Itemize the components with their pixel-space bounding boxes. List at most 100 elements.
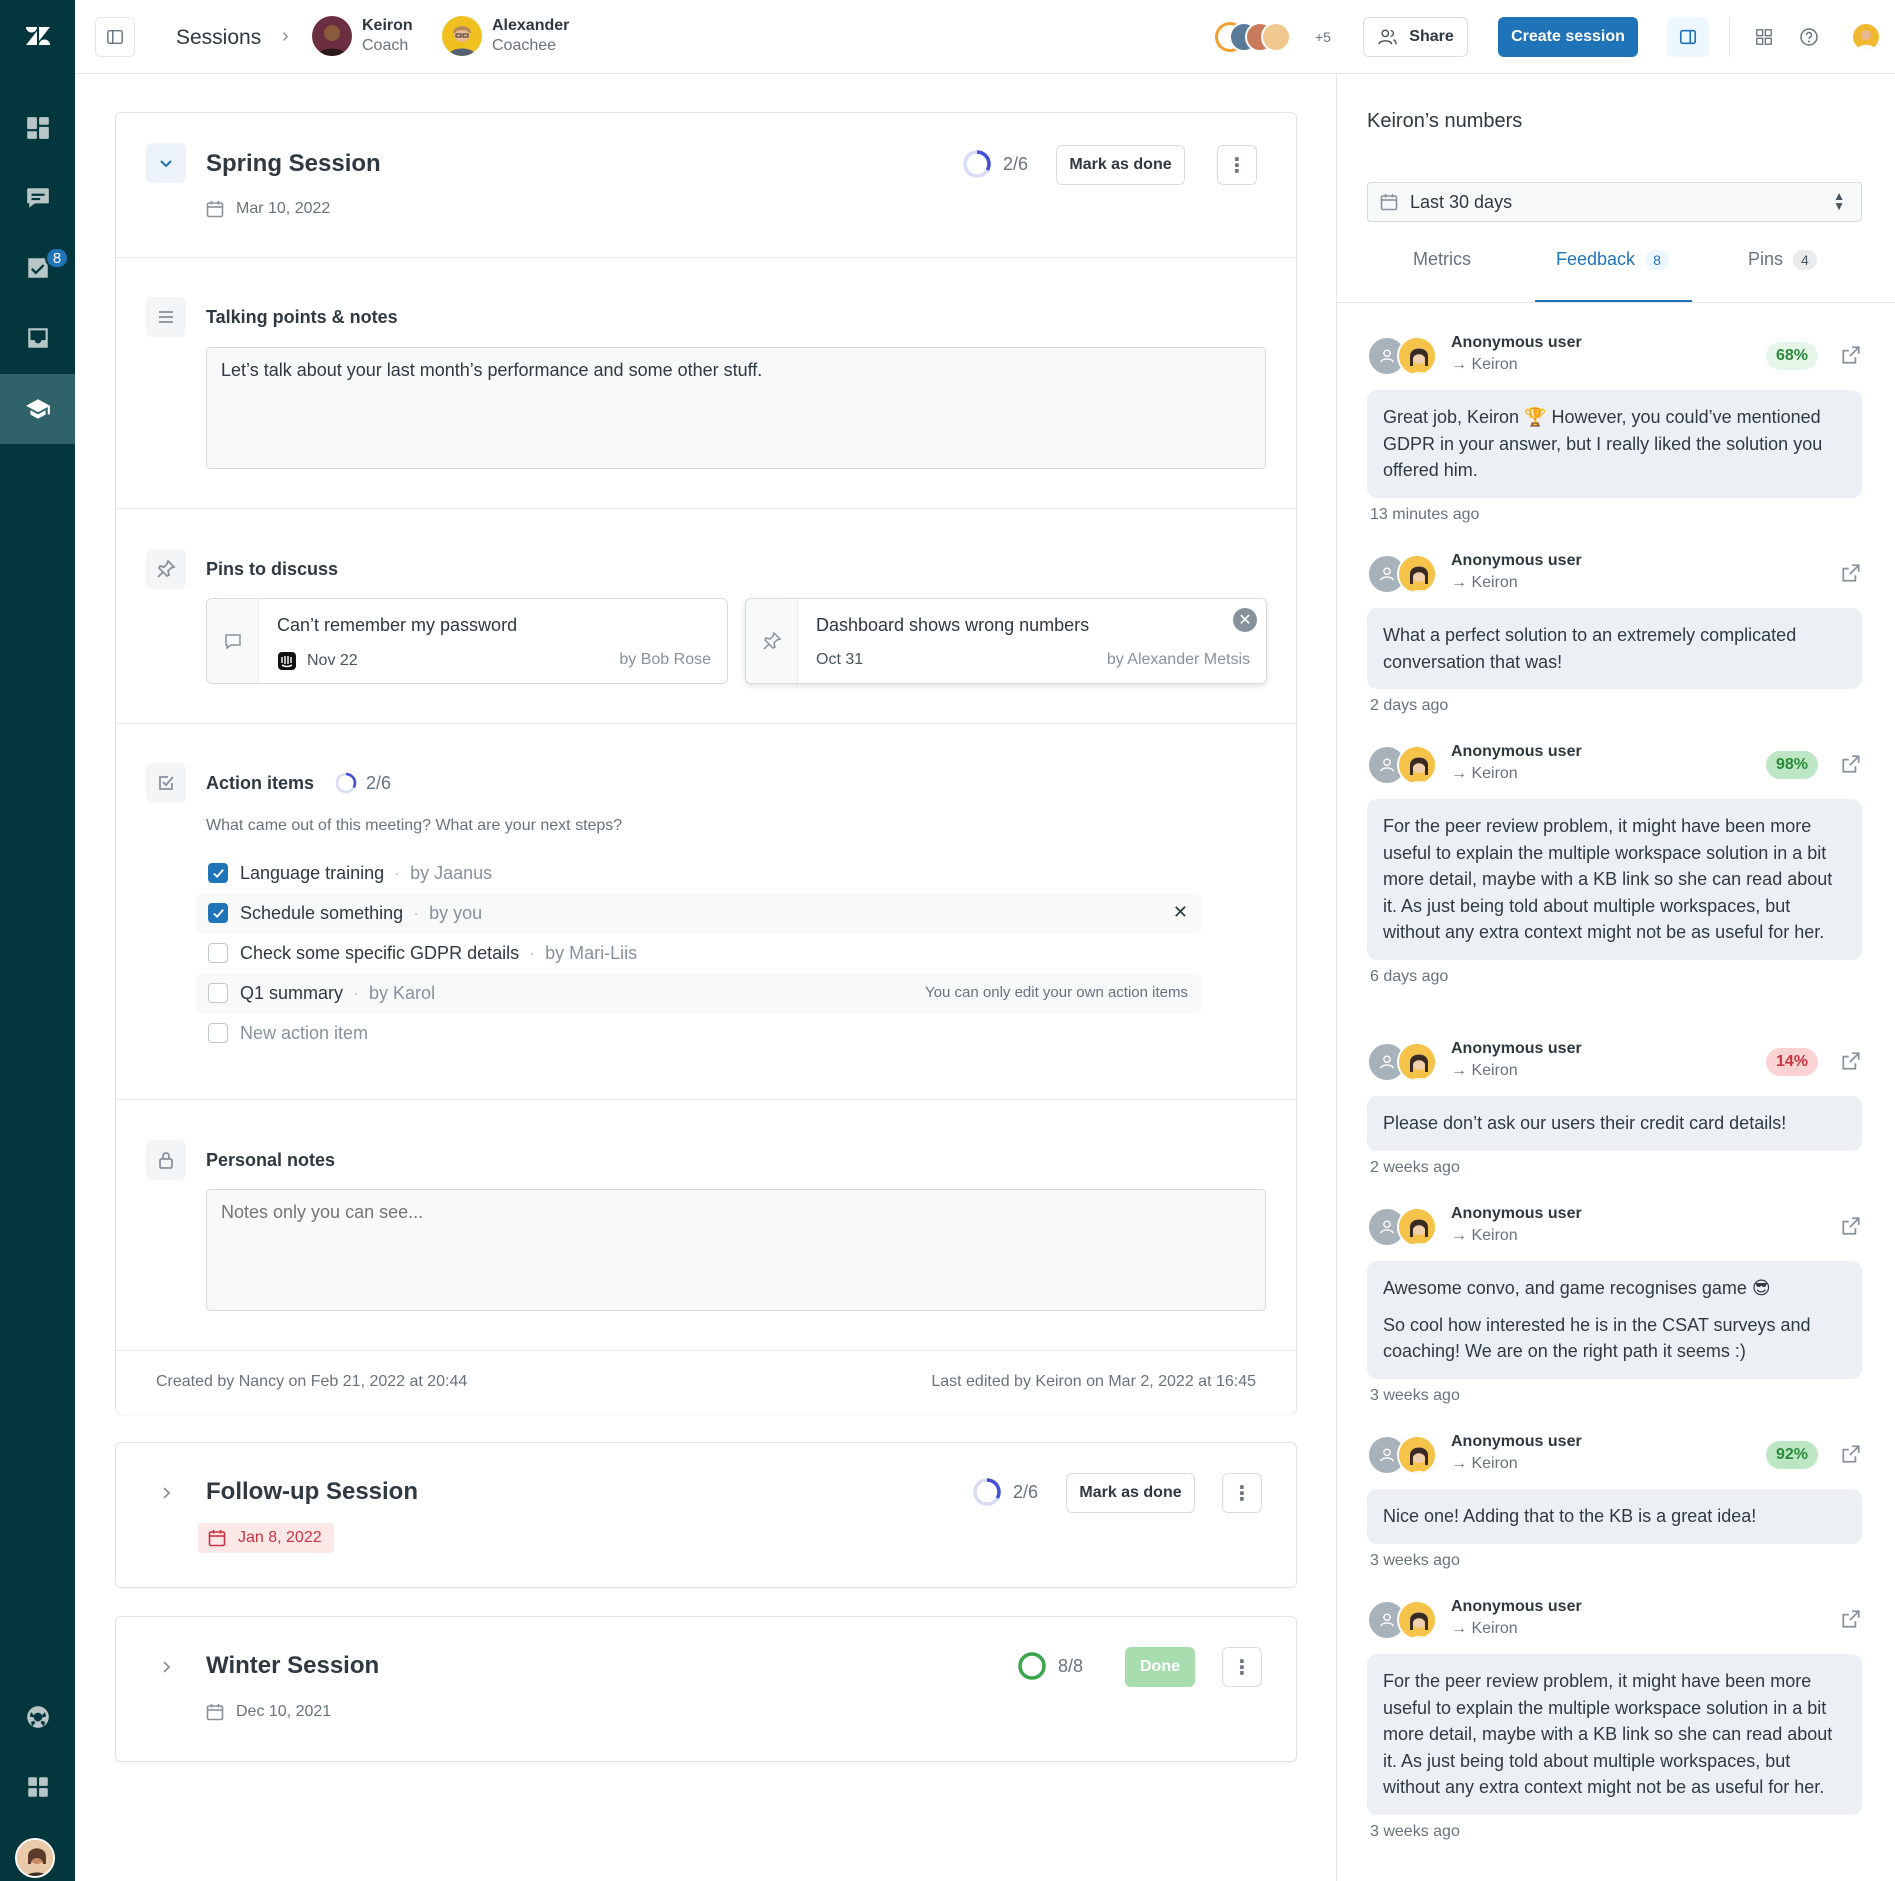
pin-card[interactable]: Can’t remember my password Nov 22 by Bob… (206, 598, 728, 684)
pin-icon (157, 559, 176, 578)
feedback-user: Anonymous user (1451, 1433, 1582, 1450)
tab-metrics[interactable]: Metrics (1413, 249, 1471, 270)
external-link-icon[interactable] (1840, 1215, 1862, 1237)
checkbox[interactable] (208, 983, 228, 1003)
new-action-item[interactable]: New action item (196, 1013, 1202, 1053)
progress-text: 2/6 (1013, 1481, 1039, 1502)
checkbox-checked[interactable] (208, 903, 228, 923)
created-info: Created by Nancy on Feb 21, 2022 at 20:4… (156, 1373, 468, 1390)
feedback-text: Awesome convo, and game recognises game … (1383, 1278, 1771, 1298)
done-button[interactable]: Done (1125, 1647, 1195, 1687)
panel-toggle-button[interactable] (1667, 17, 1709, 57)
expand-button[interactable] (146, 1473, 186, 1513)
more-options-button[interactable]: ⋮ (1217, 145, 1257, 185)
chevron-right-icon: › (282, 25, 289, 47)
personal-notes-textarea[interactable] (206, 1189, 1266, 1311)
progress-ring-icon (963, 150, 991, 178)
session-title[interactable]: Follow-up Session (206, 1478, 418, 1506)
feedback-bubble: For the peer review problem, it might ha… (1367, 1654, 1862, 1815)
external-link-icon[interactable] (1840, 344, 1862, 366)
feedback-text: For the peer review problem, it might ha… (1383, 1671, 1833, 1797)
product-tray-button[interactable] (1747, 20, 1781, 54)
permission-note: You can only edit your own action items (925, 984, 1188, 1001)
edited-info: Last edited by Keiron on Mar 2, 2022 at … (931, 1373, 1256, 1390)
session-progress: 2/6 (971, 1476, 1038, 1508)
date-range-select[interactable]: Last 30 days ▲ ▼ (1367, 182, 1862, 222)
mark-as-done-button[interactable]: Mark as done (1066, 1473, 1195, 1513)
apps-icon[interactable] (0, 1752, 75, 1822)
mark-as-done-button[interactable]: Mark as done (1056, 145, 1185, 185)
external-link-icon[interactable] (1840, 562, 1862, 584)
action-author: by Mari-Liis (545, 942, 638, 963)
breadcrumb-sessions[interactable]: Sessions (176, 26, 261, 50)
feedback-user: Anonymous user (1451, 1598, 1582, 1615)
score-badge: 98% (1765, 751, 1818, 779)
tab-pins[interactable]: Pins 4 (1748, 249, 1817, 270)
new-action-placeholder[interactable]: New action item (240, 1023, 368, 1044)
feedback-bubble: What a perfect solution to an extremely … (1367, 608, 1862, 689)
action-item[interactable]: Language training · by Jaanus (196, 853, 1202, 893)
help-lifebuoy-icon[interactable] (0, 1682, 75, 1752)
score-badge: 14% (1765, 1048, 1818, 1076)
external-link-icon[interactable] (1840, 1608, 1862, 1630)
coachee-avatar (442, 16, 482, 56)
feedback-text: Great job, Keiron 🏆 However, you could’v… (1383, 407, 1823, 480)
zendesk-logo-icon[interactable] (0, 0, 75, 72)
action-item[interactable]: Schedule something · by you ✕ (196, 893, 1202, 933)
progress-ring-icon (973, 1478, 1001, 1506)
checkbox-checked[interactable] (208, 863, 228, 883)
conversations-icon[interactable] (0, 163, 75, 233)
create-session-button[interactable]: Create session (1498, 17, 1638, 57)
inbox-icon[interactable] (0, 303, 75, 373)
feedback-time: 13 minutes ago (1370, 505, 1480, 523)
pin-date: Nov 22 (277, 651, 358, 671)
chevron-right-icon (163, 1661, 171, 1673)
talking-points-textarea[interactable] (206, 347, 1266, 469)
share-button[interactable]: Share (1363, 17, 1468, 57)
collapse-button[interactable] (146, 143, 186, 183)
feedback-bubble: For the peer review problem, it might ha… (1367, 799, 1862, 960)
action-author: by Jaanus (410, 862, 493, 883)
action-item[interactable]: Q1 summary · by Karol You can only edit yo… (196, 973, 1202, 1013)
dashboard-icon[interactable] (0, 93, 75, 163)
action-progress-text: 2/6 (366, 772, 392, 793)
pin-card[interactable]: Dashboard shows wrong numbers Oct 31 by … (745, 598, 1267, 684)
action-text: Check some specific GDPR details (240, 942, 520, 963)
date-range-value: Last 30 days (1410, 191, 1513, 212)
coaching-icon[interactable] (0, 374, 75, 444)
external-link-icon[interactable] (1840, 753, 1862, 775)
feedback-user: Anonymous user (1451, 552, 1582, 569)
tab-feedback[interactable]: Feedback 8 (1556, 249, 1669, 270)
left-nav: 8 (0, 0, 75, 1881)
more-options-button[interactable]: ⋮ (1222, 1473, 1262, 1513)
coachee-info[interactable]: Alexander Coachee (442, 16, 569, 56)
session-title[interactable]: Spring Session (206, 150, 381, 178)
sidebar-toggle-button[interactable] (95, 17, 135, 57)
more-options-button[interactable]: ⋮ (1222, 1647, 1262, 1687)
remove-pin-button[interactable]: ✕ (1233, 608, 1257, 632)
checkbox[interactable] (208, 943, 228, 963)
profile-avatar[interactable] (1853, 24, 1879, 50)
feedback-avatars (1367, 741, 1437, 787)
panel-title: Keiron’s numbers (1367, 110, 1523, 132)
external-link-icon[interactable] (1840, 1443, 1862, 1465)
feedback-time: 3 weeks ago (1370, 1386, 1460, 1404)
action-item[interactable]: Check some specific GDPR details · by Mari… (196, 933, 1202, 973)
user-avatar[interactable] (15, 1838, 55, 1878)
checkbox-icon (159, 776, 174, 790)
coach-info[interactable]: Keiron Coach (312, 16, 413, 56)
tasks-icon[interactable]: 8 (0, 233, 75, 303)
session-card-spring: Spring Session Mar 10, 2022 2/6 Mark as … (115, 112, 1297, 1414)
feedback-text: Nice one! Adding that to the KB is a gre… (1383, 1506, 1757, 1526)
close-icon: ✕ (1238, 612, 1252, 629)
feedback-time: 6 days ago (1370, 967, 1449, 985)
participants-avatars[interactable] (1215, 20, 1309, 54)
help-button[interactable] (1792, 20, 1826, 54)
session-title[interactable]: Winter Session (206, 1652, 379, 1680)
action-text: Schedule something (240, 902, 404, 923)
delete-action-icon[interactable]: ✕ (1173, 902, 1188, 923)
expand-button[interactable] (146, 1647, 186, 1687)
feedback-user: Anonymous user (1451, 1040, 1582, 1057)
external-link-icon[interactable] (1840, 1050, 1862, 1072)
personal-notes-title: Personal notes (206, 1150, 336, 1170)
